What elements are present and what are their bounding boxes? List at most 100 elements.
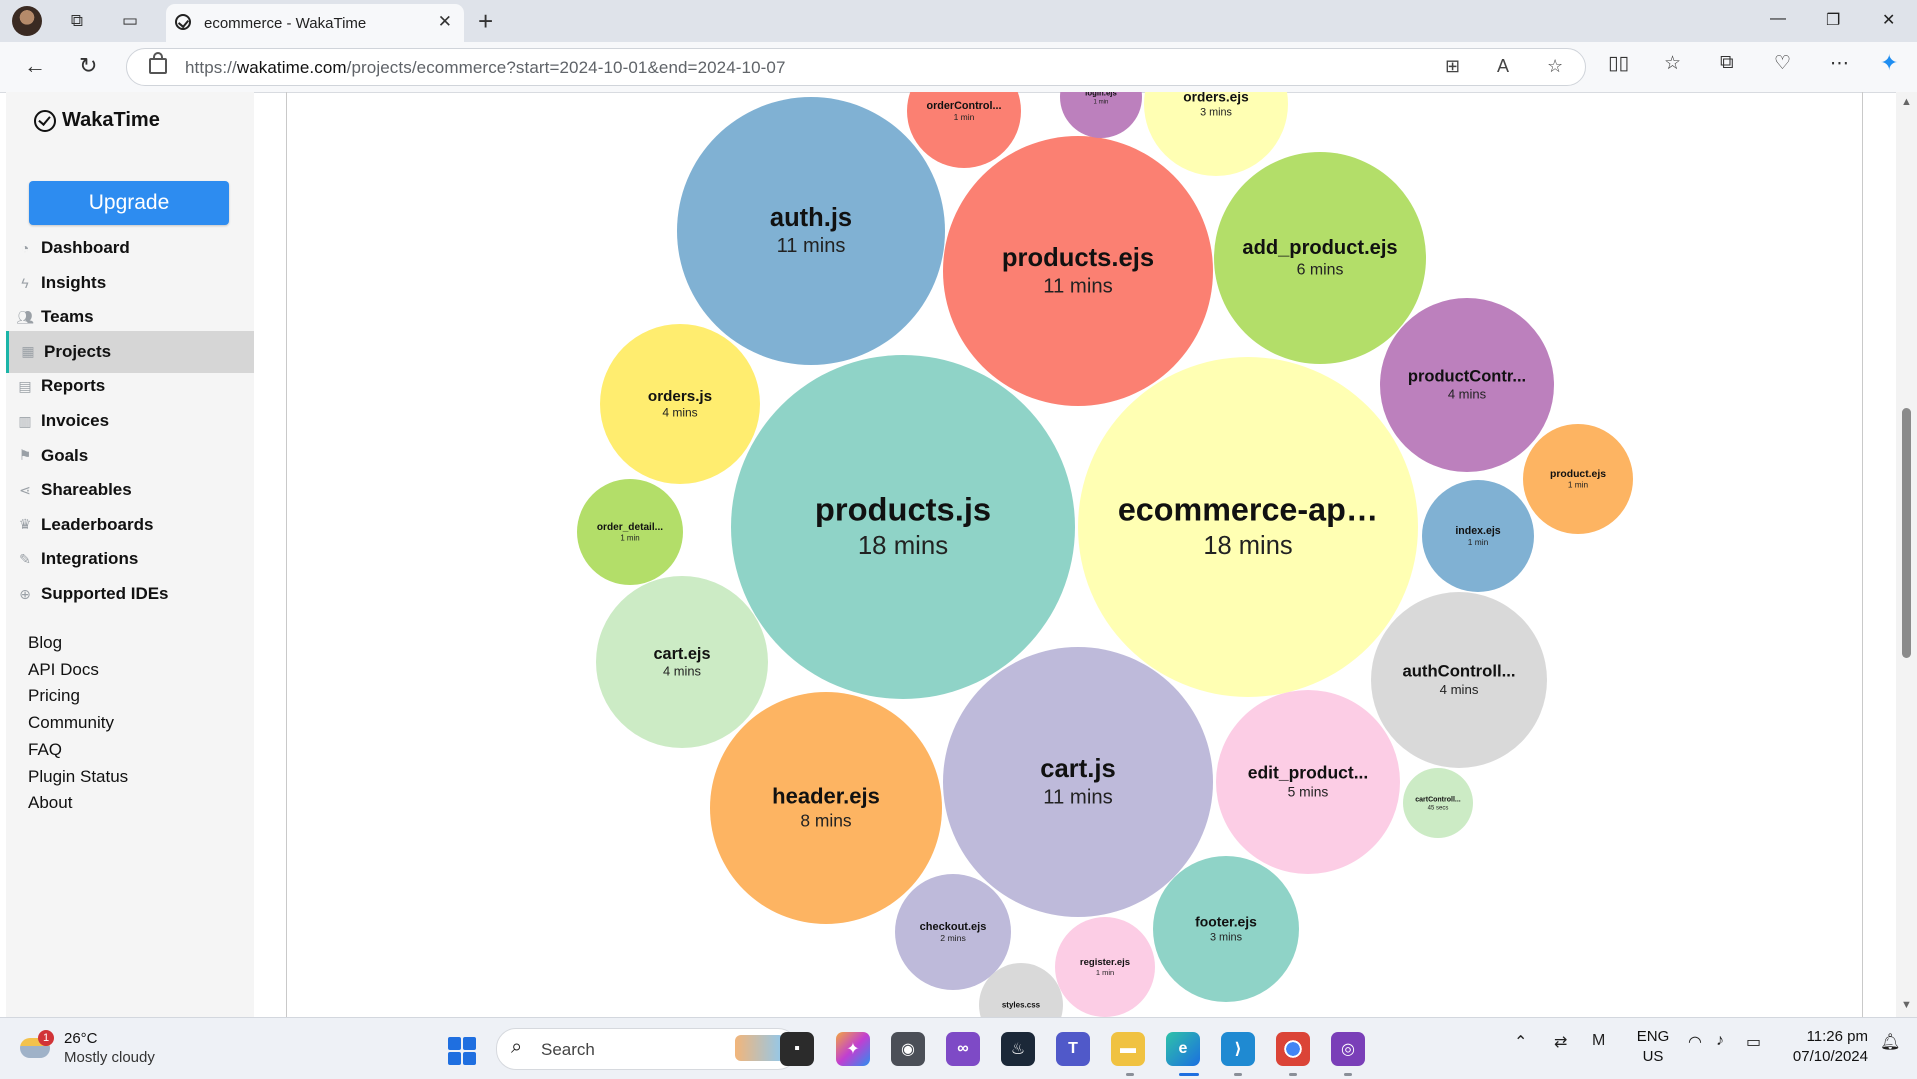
bubble-time: 2 mins	[940, 933, 966, 943]
bubble-time: 6 mins	[1297, 262, 1344, 279]
bubble-time: 4 mins	[662, 406, 697, 420]
bubble-label: cart.js	[1040, 755, 1115, 783]
language-code: ENG	[1636, 1028, 1670, 1045]
chrome-icon[interactable]	[1276, 1032, 1310, 1066]
running-indicator	[1289, 1073, 1297, 1076]
notification-bell-icon[interactable]: 🔔︎	[1880, 1032, 1900, 1052]
github-desktop-icon[interactable]: ◎	[1331, 1032, 1365, 1066]
steam-icon[interactable]: ♨	[1001, 1032, 1035, 1066]
file-explorer-icon[interactable]: ▬	[1111, 1032, 1145, 1066]
bubble-products-ejs[interactable]: products.ejs 11 mins	[943, 136, 1213, 406]
network-activity-icon[interactable]: ⇄	[1554, 1032, 1567, 1052]
bubble-productcontr[interactable]: productContr...4 mins	[1380, 298, 1554, 472]
region-code: US	[1642, 1048, 1664, 1065]
bubble-order-detail[interactable]: order_detail...1 min	[577, 479, 683, 585]
search-label: Search	[541, 1040, 595, 1059]
running-indicator	[1126, 1073, 1134, 1076]
bubble-ecommerce-ap[interactable]: ecommerce-ap… 18 mins	[1078, 357, 1418, 697]
bubble-time: 11 mins	[1043, 786, 1113, 808]
bubble-label: checkout.ejs	[920, 921, 987, 933]
taskbar-search[interactable]: ⌕ Search	[496, 1028, 798, 1070]
bubble-time: 4 mins	[663, 664, 701, 679]
bubble-orders-ejs[interactable]: orders.ejs 3 mins	[1144, 32, 1288, 176]
bubble-register-ejs[interactable]: register.ejs1 min	[1055, 917, 1155, 1017]
edge-browser-icon[interactable]: e	[1166, 1032, 1200, 1066]
bubble-time: 18 mins	[1203, 532, 1292, 560]
app-tray-icon[interactable]: M	[1592, 1032, 1605, 1050]
bubble-label: authControll...	[1402, 662, 1515, 681]
bubble-time: 8 mins	[800, 810, 852, 830]
bubble-label: cart.ejs	[653, 645, 710, 663]
visual-studio-icon[interactable]: ∞	[946, 1032, 980, 1066]
bubble-label: add_product.ejs	[1242, 237, 1397, 259]
scrollbar-thumb[interactable]	[1902, 408, 1911, 658]
bubble-time: 1 min	[1094, 98, 1109, 105]
bubble-label: ecommerce-ap…	[1118, 492, 1378, 528]
bubble-header-ejs[interactable]: header.ejs8 mins	[710, 692, 942, 924]
weather-widget[interactable]: 1 26°C Mostly cloudy	[20, 1030, 170, 1070]
scroll-up-icon[interactable]: ▲	[1901, 96, 1912, 108]
copilot-app-icon[interactable]: ✦	[836, 1032, 870, 1066]
wifi-icon[interactable]: ◠	[1688, 1032, 1702, 1052]
battery-icon[interactable]: ▭	[1746, 1032, 1761, 1052]
bubble-time: 1 min	[1568, 480, 1589, 490]
bubble-label: index.ejs	[1455, 525, 1500, 537]
bubble-label: products.ejs	[1002, 244, 1154, 272]
running-indicator	[1234, 1073, 1242, 1076]
bubble-label: productContr...	[1408, 368, 1526, 386]
weather-description: Mostly cloudy	[64, 1049, 155, 1066]
bubble-footer-ejs[interactable]: footer.ejs 3 mins	[1153, 856, 1299, 1002]
windows-start-icon[interactable]	[448, 1037, 476, 1065]
volume-icon[interactable]: ♪	[1716, 1032, 1724, 1050]
bubble-time: 5 mins	[1288, 784, 1329, 799]
bubble-time: 18 mins	[858, 532, 948, 560]
bubble-time: 11 mins	[1043, 275, 1113, 297]
bubble-label: edit_product...	[1248, 763, 1369, 783]
bubble-label: order_detail...	[597, 522, 663, 533]
show-hidden-icons[interactable]: ⌃	[1514, 1032, 1527, 1052]
bubble-time: 11 mins	[777, 235, 846, 257]
file-bubble-chart: products.js 18 mins ecommerce-ap… 18 mins au…	[577, 32, 1633, 1017]
page-scrollbar[interactable]: ▲ ▼	[1896, 92, 1917, 1017]
bubble-authcontroll[interactable]: authControll...4 mins	[1371, 592, 1547, 768]
bubble-label: styles.css	[1002, 1000, 1041, 1009]
vscode-icon[interactable]: ⟩	[1221, 1032, 1255, 1066]
active-app-indicator	[1179, 1073, 1199, 1076]
bubble-time: 45 secs	[1428, 805, 1449, 811]
clock[interactable]: 11:26 pm 07/10/2024	[1788, 1027, 1868, 1067]
camera-app-icon[interactable]: ◉	[891, 1032, 925, 1066]
bubble-label: header.ejs	[772, 784, 880, 809]
bubble-cartcontroll[interactable]: cartControll...45 secs	[1403, 768, 1473, 838]
search-icon: ⌕	[511, 1036, 523, 1058]
clock-date: 07/10/2024	[1792, 1048, 1868, 1065]
bubble-label: register.ejs	[1080, 957, 1130, 968]
bubble-label: product.ejs	[1550, 469, 1606, 480]
bubble-time: 1 min	[954, 112, 975, 122]
bubble-checkout-ejs[interactable]: checkout.ejs2 mins	[895, 874, 1011, 990]
bubble-index-ejs[interactable]: index.ejs1 min	[1422, 480, 1534, 592]
bubble-orders-js[interactable]: orders.js4 mins	[600, 324, 760, 484]
notification-badge: 1	[38, 1030, 54, 1046]
bubble-auth-js[interactable]: auth.js 11 mins	[677, 97, 945, 365]
bubble-cart-js[interactable]: cart.js 11 mins	[943, 647, 1213, 917]
search-highlight-icon	[735, 1035, 785, 1061]
bubble-ordercontrol[interactable]: orderControl...1 min	[907, 54, 1021, 168]
bubble-add-product-ejs[interactable]: add_product.ejs 6 mins	[1214, 152, 1426, 364]
language-indicator[interactable]: ENG US	[1636, 1027, 1670, 1067]
bubble-label: login.ejs	[1085, 88, 1117, 97]
bubble-time: 1 min	[1096, 968, 1114, 977]
task-view-icon[interactable]: ▪	[780, 1032, 814, 1066]
bubble-cart-ejs[interactable]: cart.ejs4 mins	[596, 576, 768, 748]
bubble-time: 3 mins	[1200, 106, 1232, 118]
bubble-products-js[interactable]: products.js 18 mins	[731, 355, 1075, 699]
teams-icon[interactable]: T	[1056, 1032, 1090, 1066]
weather-temperature: 26°C	[64, 1030, 98, 1047]
bubble-label: footer.ejs	[1195, 913, 1257, 929]
bubble-time: 3 mins	[1210, 931, 1243, 943]
windows-taskbar: 1 26°C Mostly cloudy ⌕ Search ▪ ✦ ◉ ∞ ♨ …	[0, 1017, 1917, 1079]
bubble-product-ejs[interactable]: product.ejs1 min	[1523, 424, 1633, 534]
clock-time: 11:26 pm	[1806, 1028, 1868, 1045]
bubble-login-ejs[interactable]: login.ejs1 min	[1060, 56, 1142, 138]
scroll-down-icon[interactable]: ▼	[1901, 999, 1912, 1011]
bubble-edit-product[interactable]: edit_product...5 mins	[1216, 690, 1400, 874]
